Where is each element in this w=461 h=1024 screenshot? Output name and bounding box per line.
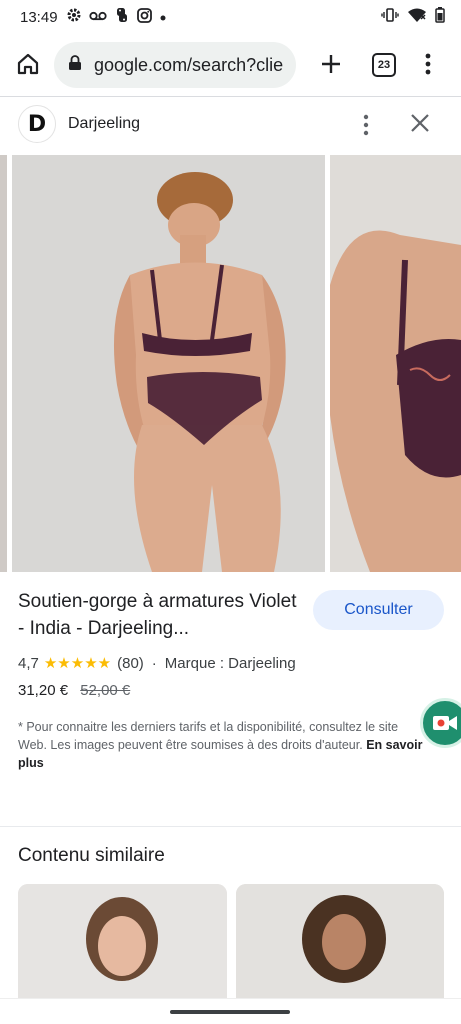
status-bar: 13:49 xyxy=(0,0,461,34)
close-icon xyxy=(411,114,429,132)
current-price: 31,20 € xyxy=(18,682,69,699)
separator-dot: · xyxy=(151,654,157,672)
battery-icon xyxy=(435,7,445,27)
similar-content-heading: Contenu similaire xyxy=(18,845,165,866)
section-divider xyxy=(0,826,461,827)
product-image-main[interactable] xyxy=(12,155,325,572)
image-carousel[interactable] xyxy=(0,155,461,572)
more-vert-icon xyxy=(425,53,431,75)
source-name[interactable]: Darjeeling xyxy=(68,115,140,133)
settings-icon xyxy=(66,7,82,27)
browser-menu-button[interactable] xyxy=(418,49,438,79)
gesture-handle[interactable] xyxy=(170,1010,290,1014)
python-icon xyxy=(114,7,130,27)
disclaimer-body: * Pour connaitre les derniers tarifs et … xyxy=(18,720,399,752)
source-logo-letter: D xyxy=(27,111,47,137)
dot-icon xyxy=(159,9,167,26)
status-time: 13:49 xyxy=(20,8,58,26)
star-rating: ★★★★★ xyxy=(43,655,112,672)
source-header: D Darjeeling xyxy=(0,97,461,153)
notification-icons xyxy=(66,7,167,27)
url-text[interactable]: google.com/search?clie xyxy=(94,55,283,76)
model-front-closeup-image xyxy=(330,155,461,572)
lock-icon[interactable] xyxy=(68,54,82,76)
browser-toolbar: google.com/search?clie 23 xyxy=(0,34,461,96)
review-count: (80) xyxy=(117,654,144,672)
tab-switcher-button[interactable]: 23 xyxy=(372,53,396,77)
brand-label: Marque : Darjeeling xyxy=(164,654,296,672)
wifi-icon xyxy=(407,7,427,27)
original-price: 52,00 € xyxy=(80,682,131,699)
system-icons xyxy=(381,7,445,27)
disclaimer-text: * Pour connaitre les derniers tarifs et … xyxy=(18,718,428,772)
system-nav-bar xyxy=(0,998,461,1024)
next-image[interactable] xyxy=(330,155,461,572)
price-row: 31,20 € 52,00 € xyxy=(18,682,130,699)
close-button[interactable] xyxy=(408,111,432,135)
new-tab-button[interactable] xyxy=(316,49,346,79)
rating-value: 4,7 xyxy=(18,654,39,672)
home-icon xyxy=(17,53,39,75)
home-button[interactable] xyxy=(12,48,44,80)
model-back-view-image xyxy=(12,155,325,572)
more-vert-icon xyxy=(363,114,369,136)
consult-button[interactable]: Consulter xyxy=(313,590,444,630)
voicemail-icon xyxy=(88,9,107,26)
instagram-icon xyxy=(136,7,152,27)
video-camera-icon xyxy=(433,716,457,730)
rating-row: 4,7 ★★★★★ (80) · Marque : Darjeeling xyxy=(18,654,296,673)
product-title[interactable]: Soutien-gorge à armatures Violet - India… xyxy=(18,588,298,642)
source-more-button[interactable] xyxy=(356,111,376,139)
tab-count: 23 xyxy=(377,59,391,71)
vibrate-icon xyxy=(381,8,399,26)
source-logo[interactable]: D xyxy=(18,105,56,143)
address-bar[interactable]: google.com/search?clie xyxy=(54,42,296,88)
previous-image[interactable] xyxy=(0,155,7,572)
plus-icon xyxy=(322,55,340,73)
